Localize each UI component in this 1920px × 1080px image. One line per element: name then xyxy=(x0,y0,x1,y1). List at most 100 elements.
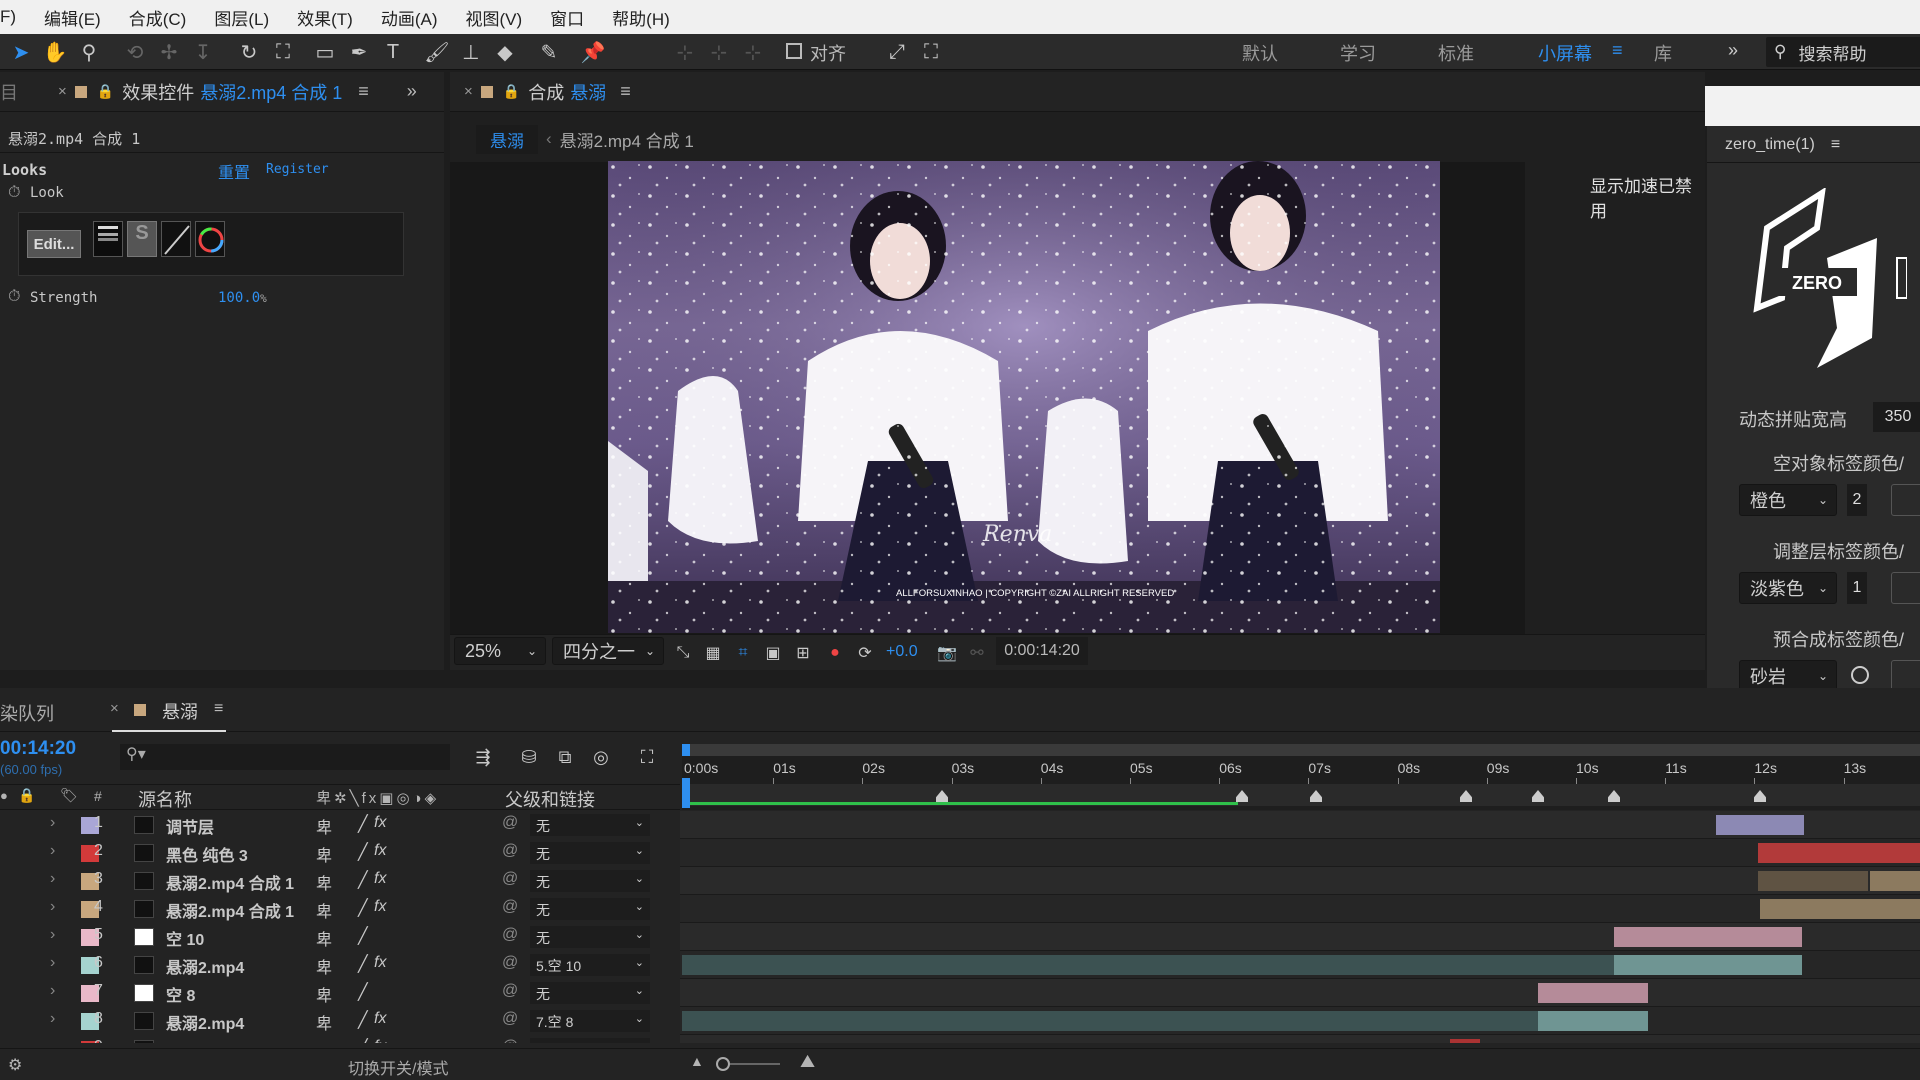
zoom-tool-icon[interactable]: ⚲ xyxy=(76,39,102,65)
layer-name[interactable]: 调节层 xyxy=(166,814,214,838)
null-number[interactable]: 2 xyxy=(1847,484,1867,516)
timeline-zoom-handle[interactable] xyxy=(716,1057,730,1071)
layer-duration-bar[interactable] xyxy=(1716,815,1804,835)
expand-arrow-icon[interactable]: › xyxy=(50,954,55,972)
stopwatch-icon[interactable]: ⏱ xyxy=(8,184,20,202)
quality-switch-icon[interactable]: ╱ xyxy=(358,898,368,918)
rectangle-tool-icon[interactable]: ▭ xyxy=(312,39,338,65)
layer-name[interactable]: 黑色 纯色 1 xyxy=(166,1038,248,1043)
pickwhip-icon[interactable]: @ xyxy=(502,954,518,972)
menu-view[interactable]: 视图(V) xyxy=(452,5,537,30)
layer-name[interactable]: 悬溺2.mp4 合成 1 xyxy=(166,898,294,922)
expand-arrow-icon[interactable]: › xyxy=(50,814,55,832)
viewer-lock-icon[interactable]: 🔒 xyxy=(503,83,520,100)
layer-duration-bar[interactable] xyxy=(1758,871,1868,891)
expand-arrow-icon[interactable]: › xyxy=(50,1038,55,1043)
shy-switch-icon[interactable]: 卑 xyxy=(316,1010,332,1034)
breadcrumb-item-root[interactable]: 悬溺 xyxy=(476,124,538,154)
strength-stopwatch-icon[interactable]: ⏱ xyxy=(8,288,20,306)
layer-name[interactable]: 悬溺2.mp4 xyxy=(166,1010,244,1034)
puppet-pin-icon[interactable]: 📌 xyxy=(580,39,606,65)
color-management-icon[interactable]: ⟳ xyxy=(852,640,878,666)
expand-arrow-icon[interactable]: › xyxy=(50,1010,55,1028)
brush-tool-icon[interactable]: 🖌 xyxy=(424,39,450,65)
hand-tool-icon[interactable]: ✋ xyxy=(42,39,68,65)
viewer-tab-name[interactable]: 悬溺 xyxy=(570,79,606,105)
timeline-timecode[interactable]: 00:14:20 xyxy=(0,738,76,760)
dolly-camera-icon[interactable]: ↧ xyxy=(190,39,216,65)
fx-switch-icon[interactable]: fx xyxy=(374,1038,386,1043)
viewer-menu-icon[interactable]: ≡ xyxy=(620,81,631,102)
layer-duration-bar[interactable] xyxy=(1870,871,1920,891)
parent-select[interactable]: 无⌄ xyxy=(530,1038,650,1043)
layer-duration-bar[interactable] xyxy=(1450,1039,1480,1043)
shy-switch-icon[interactable]: 卑 xyxy=(316,898,332,922)
channel-icon[interactable]: ● xyxy=(822,640,848,666)
help-search-input[interactable]: ⚲ 搜索帮助 xyxy=(1766,37,1920,67)
expand-arrow-icon[interactable]: › xyxy=(50,926,55,944)
local-axis-icon[interactable]: ⊹ xyxy=(672,39,698,65)
null-swatch-button[interactable] xyxy=(1891,484,1920,516)
quality-switch-icon[interactable]: ╱ xyxy=(358,814,368,834)
zoom-in-icon[interactable]: ⛰ xyxy=(800,1051,815,1072)
mask-visibility-icon[interactable]: ⌗ xyxy=(730,640,756,666)
curves-icon[interactable] xyxy=(161,221,191,257)
layer-duration-bar[interactable] xyxy=(1614,927,1802,947)
layer-row[interactable]: › 3 悬溺2.mp4 合成 1 卑 ╱ fx @ 无 ⌄ xyxy=(0,867,1920,895)
quality-switch-icon[interactable]: ╱ xyxy=(358,926,368,946)
zero-time-title[interactable]: zero_time(1) ≡ xyxy=(1725,136,1840,154)
pickwhip-icon[interactable]: @ xyxy=(502,1038,518,1043)
look-thumbnail-icon[interactable] xyxy=(93,221,123,257)
comp-tab[interactable]: 悬溺 xyxy=(162,698,198,724)
layer-row[interactable]: › 8 悬溺2.mp4 卑 ╱ fx @ 7.空 8 ⌄ xyxy=(0,1007,1920,1035)
expand-arrow-icon[interactable]: › xyxy=(50,898,55,916)
composition-frame[interactable]: Renva ALLFORSUXINHAO | COPYRIGHT ©ZAI AL… xyxy=(608,161,1440,633)
world-axis-icon[interactable]: ⊹ xyxy=(706,39,732,65)
quality-switch-icon[interactable]: ╱ xyxy=(358,982,368,1002)
fx-switch-icon[interactable]: fx xyxy=(374,814,386,832)
parent-select[interactable]: 无⌄ xyxy=(530,982,650,1004)
shy-switch-icon[interactable]: 卑 xyxy=(316,1038,332,1043)
parent-select[interactable]: 7.空 8 ⌄ xyxy=(530,1010,650,1032)
menu-window[interactable]: 窗口 xyxy=(536,5,598,30)
fx-switch-icon[interactable]: fx xyxy=(374,870,386,888)
layer-row[interactable]: › 6 悬溺2.mp4 卑 ╱ fx @ 5.空 10 ⌄ xyxy=(0,951,1920,979)
layer-name[interactable]: 空 8 xyxy=(166,982,195,1006)
label-header-icon[interactable]: 🏷 xyxy=(60,787,78,804)
snap-edges-icon[interactable]: ⛶ xyxy=(918,39,944,65)
time-ruler[interactable]: 0:00s 01s 02s 03s 04s 05s 06s 07s 08s 09s 10s 11s 12… xyxy=(682,744,1920,810)
selection-tool-icon[interactable]: ➤ xyxy=(8,39,34,65)
panel-menu-icon[interactable]: ≡ xyxy=(358,81,369,102)
playhead-indicator[interactable] xyxy=(682,778,690,808)
snap-icon[interactable]: ⤢ xyxy=(884,39,910,65)
look-preset-icon[interactable]: S xyxy=(127,221,157,257)
quality-switch-icon[interactable]: ╱ xyxy=(358,842,368,862)
region-of-interest-icon[interactable]: ⤡ xyxy=(670,640,696,666)
frame-blending-icon[interactable]: ⧉ xyxy=(552,744,578,770)
layer-name[interactable]: 悬溺2.mp4 xyxy=(166,954,244,978)
strength-value[interactable]: 100.0% xyxy=(218,290,267,306)
parent-link-header[interactable]: 父级和链接 xyxy=(505,786,595,812)
adj-number[interactable]: 1 xyxy=(1847,572,1867,604)
layer-name[interactable]: 悬溺2.mp4 合成 1 xyxy=(166,870,294,894)
layer-row[interactable]: › 2 黑色 纯色 3 卑 ╱ fx @ 无 ⌄ xyxy=(0,839,1920,867)
layer-duration-bar[interactable] xyxy=(1614,955,1802,975)
fx-switch-icon[interactable]: fx xyxy=(374,842,386,860)
quality-switch-icon[interactable]: ╱ xyxy=(358,1010,368,1030)
layer-duration-bar[interactable] xyxy=(1538,1011,1648,1031)
expand-arrow-icon[interactable]: › xyxy=(50,870,55,888)
layer-name[interactable]: 空 10 xyxy=(166,926,204,950)
layer-duration-bar[interactable] xyxy=(682,1011,1538,1031)
zoom-select[interactable]: 25% ⌄ xyxy=(454,637,546,665)
workspace-standard[interactable]: 标准 xyxy=(1438,40,1474,66)
color-wheel-icon[interactable] xyxy=(195,221,225,257)
pickwhip-icon[interactable]: @ xyxy=(502,898,518,916)
viewer-tab-prefix[interactable]: 合成 xyxy=(528,79,564,105)
layer-row[interactable]: › 5 空 10 卑 ╱ @ 无 ⌄ xyxy=(0,923,1920,951)
pen-tool-icon[interactable]: ✒ xyxy=(346,39,372,65)
expand-arrow-icon[interactable]: › xyxy=(50,842,55,860)
pickwhip-icon[interactable]: @ xyxy=(502,870,518,888)
timeline-close-icon[interactable]: × xyxy=(110,700,119,717)
render-queue-tab[interactable]: 染队列 xyxy=(0,700,54,726)
composition-flowchart-icon[interactable]: ⇶ xyxy=(470,744,496,770)
